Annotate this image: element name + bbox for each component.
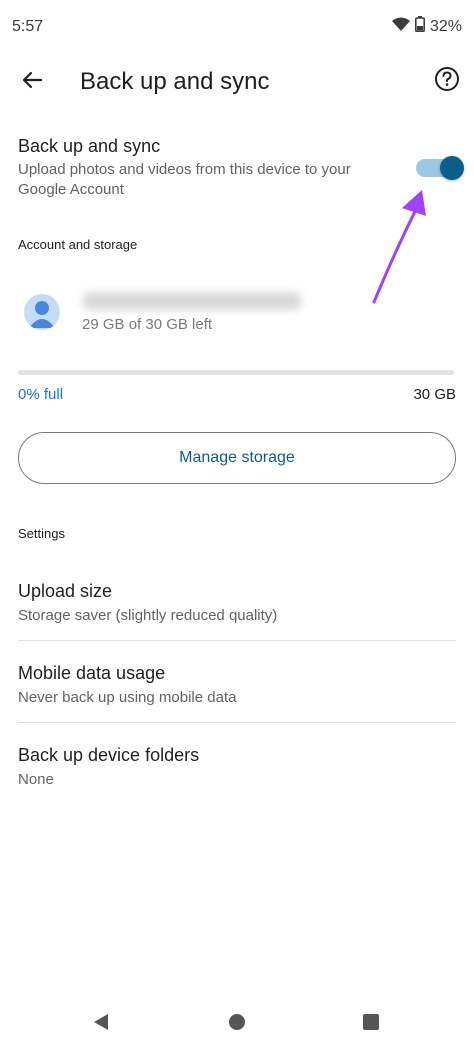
account-row[interactable]: 29 GB of 30 GB left xyxy=(18,286,458,346)
setting-subtitle: None xyxy=(18,771,54,788)
wifi-icon xyxy=(391,17,410,36)
setting-title: Mobile data usage xyxy=(18,663,166,683)
backup-sync-title: Back up and sync xyxy=(18,136,161,156)
battery-icon xyxy=(414,16,425,37)
percent-full-label: 0% full xyxy=(18,386,64,403)
back-button[interactable] xyxy=(14,64,50,100)
recents-square-icon xyxy=(362,1013,380,1036)
setting-title: Upload size xyxy=(18,581,113,601)
storage-progress-bar xyxy=(18,370,454,375)
total-storage-label: 30 GB xyxy=(413,386,456,403)
setting-mobile-data-usage[interactable]: Mobile data usage Never back up using mo… xyxy=(18,663,456,743)
battery-percent: 32% xyxy=(429,17,462,35)
setting-back-up-device-folders[interactable]: Back up device folders None xyxy=(18,745,456,825)
account-email-redacted xyxy=(82,292,302,310)
backup-sync-toggle[interactable] xyxy=(416,156,464,180)
setting-subtitle: Storage saver (slightly reduced quality) xyxy=(18,607,278,624)
nav-back-button[interactable] xyxy=(86,1012,116,1036)
help-circle-icon xyxy=(434,66,460,97)
app-bar: Back up and sync xyxy=(0,52,474,112)
status-icons: 32% xyxy=(391,16,462,37)
account-storage-header: Account and storage xyxy=(18,237,138,252)
divider xyxy=(18,722,456,723)
settings-header: Settings xyxy=(18,526,65,541)
status-bar: 5:57 32% xyxy=(0,0,474,52)
back-triangle-icon xyxy=(93,1013,109,1036)
setting-title: Back up device folders xyxy=(18,745,200,765)
divider xyxy=(18,640,456,641)
avatar xyxy=(24,294,60,330)
setting-subtitle: Never back up using mobile data xyxy=(18,689,237,706)
status-time: 5:57 xyxy=(12,18,44,35)
toggle-thumb xyxy=(440,156,464,180)
page-title: Back up and sync xyxy=(80,68,270,95)
manage-storage-button[interactable]: Manage storage xyxy=(18,432,456,484)
system-nav-bar xyxy=(0,1000,474,1050)
backup-sync-row[interactable]: Back up and sync Upload photos and video… xyxy=(18,136,464,202)
backup-sync-description: Upload photos and videos from this devic… xyxy=(18,161,351,198)
nav-home-button[interactable] xyxy=(222,1012,252,1036)
nav-recents-button[interactable] xyxy=(356,1012,386,1036)
storage-left: 29 GB of 30 GB left xyxy=(82,316,213,333)
setting-upload-size[interactable]: Upload size Storage saver (slightly redu… xyxy=(18,581,456,661)
help-button[interactable] xyxy=(430,64,464,98)
home-circle-icon xyxy=(228,1013,246,1036)
arrow-back-icon xyxy=(21,69,43,96)
